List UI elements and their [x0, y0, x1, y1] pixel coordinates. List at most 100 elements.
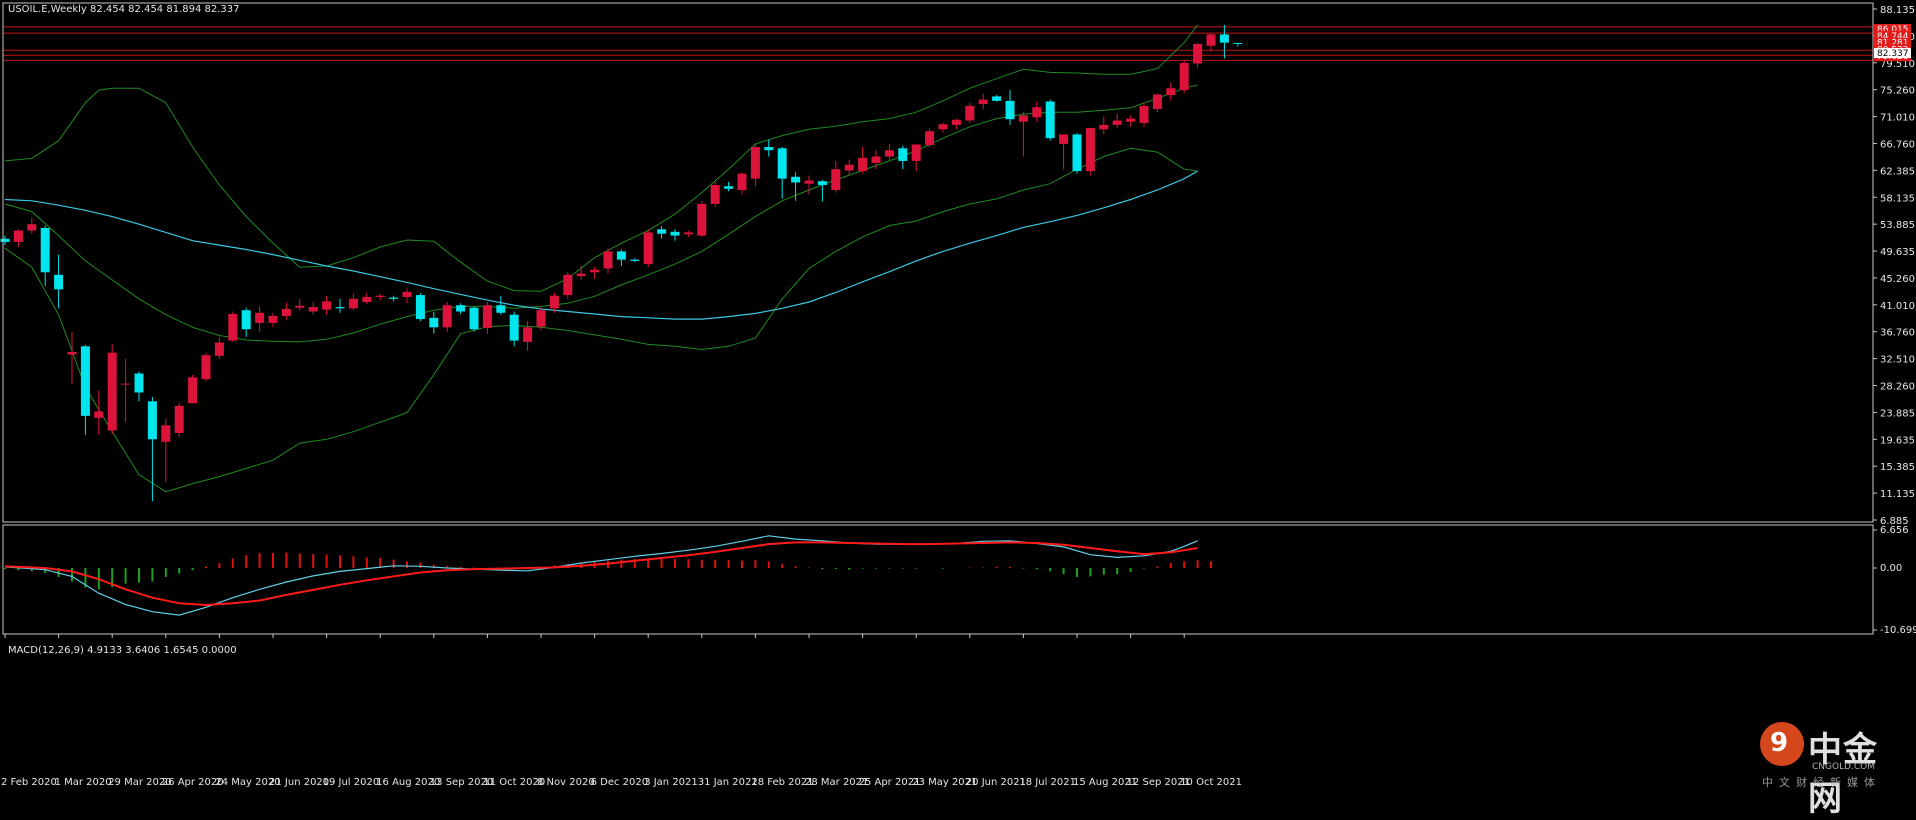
time-tick-label: 18 Jul 2021: [1019, 777, 1076, 788]
price-tick-label: 41.010: [1880, 301, 1915, 312]
candle-bull: [965, 105, 975, 121]
candle-bull: [1099, 124, 1109, 130]
time-tick-label: 10 Oct 2021: [1180, 777, 1242, 788]
time-tick-label: 11 Oct 2020: [483, 777, 545, 788]
candle-bear: [389, 297, 399, 299]
candle-bull: [1179, 62, 1189, 91]
price-tick-label: 71.010: [1880, 113, 1915, 124]
candle-bull: [201, 355, 211, 380]
candle-bull: [576, 273, 586, 277]
candle-bear: [509, 314, 519, 341]
time-tick-label: 3 Jan 2021: [644, 777, 698, 788]
price-tick-label: 32.510: [1880, 355, 1915, 366]
time-tick-label: 2 Feb 2020: [1, 777, 57, 788]
candle-bull: [978, 99, 988, 105]
macd-tick-label: 6.656: [1880, 525, 1909, 536]
candle-bull: [858, 157, 868, 172]
candle-bull: [1193, 43, 1203, 64]
candle-bear: [496, 305, 506, 313]
time-tick-label: 1 Mar 2020: [55, 777, 112, 788]
time-tick-label: 25 Apr 2021: [859, 777, 921, 788]
candle-bear: [630, 259, 640, 261]
time-tick-label: 8 Nov 2020: [537, 777, 595, 788]
candle-bull: [362, 296, 372, 303]
candle-bull: [255, 312, 265, 323]
watermark-logo: 9 中金网 CNGOLD.COM 中文财经新媒体: [1752, 720, 1912, 819]
price-tick-label: 75.260: [1880, 86, 1915, 97]
candle-bear: [80, 346, 90, 416]
macd-tick-label: -10.699: [1880, 625, 1916, 636]
candle-bear: [40, 228, 50, 273]
candle-bull: [1059, 134, 1069, 144]
candle-bull: [737, 173, 747, 191]
candle-bear: [764, 147, 774, 151]
logo-tagline: 中文财经新媒体: [1762, 776, 1881, 789]
candle-bull: [563, 274, 573, 296]
price-tick-label: 23.885: [1880, 408, 1915, 419]
price-tick-label: 88.135: [1880, 5, 1915, 16]
candle-bear: [469, 307, 479, 330]
candle-bear: [134, 373, 144, 393]
candle-bull: [1085, 128, 1095, 172]
candle-bull: [951, 119, 961, 125]
candle-bull: [281, 308, 291, 316]
candle-bull: [871, 156, 881, 163]
candle-bear: [777, 148, 787, 179]
candle-bull: [925, 131, 935, 146]
candle-bull: [697, 203, 707, 236]
candle-bull: [590, 269, 600, 273]
candle-bull: [94, 411, 104, 418]
candle-bull: [27, 224, 37, 231]
candle-bear: [992, 96, 1002, 101]
candle-bull: [308, 307, 318, 312]
candle-bull: [67, 351, 77, 355]
current-price-label: 82.337: [1877, 49, 1909, 59]
candle-bull: [710, 184, 720, 204]
candle-bear: [817, 181, 827, 185]
candle-bear: [0, 238, 10, 242]
candle-bear: [429, 317, 439, 328]
time-tick-label: 26 Apr 2020: [162, 777, 224, 788]
time-tick-label: 6 Dec 2020: [591, 777, 649, 788]
candle-bear: [724, 186, 734, 189]
candle-bull: [1126, 118, 1136, 122]
candle-bear: [898, 148, 908, 161]
candle-bear: [456, 305, 466, 312]
candle-bull: [536, 310, 546, 327]
candle-bull: [523, 327, 533, 342]
candle-bull: [804, 180, 814, 184]
candle-bear: [241, 310, 251, 330]
price-tick-label: 66.760: [1880, 139, 1915, 150]
candle-bull: [1032, 107, 1042, 118]
candle-bull: [643, 232, 653, 265]
candle-bull: [1152, 94, 1162, 110]
price-tick-label: 11.135: [1880, 489, 1915, 500]
candle-bull: [1206, 34, 1216, 46]
candle-bull: [549, 295, 559, 309]
candle-bear: [657, 229, 667, 234]
candle-bear: [670, 231, 680, 236]
time-tick-label: 21 Jun 2020: [269, 777, 329, 788]
logo-glyph: 9: [1770, 728, 1789, 758]
candle-bear: [1219, 34, 1229, 43]
candle-bear: [147, 401, 157, 440]
candle-bear: [415, 295, 425, 320]
price-tick-label: 28.260: [1880, 382, 1915, 393]
candle-bull: [938, 124, 948, 130]
candle-bull: [228, 314, 238, 341]
candle-bull: [831, 169, 841, 191]
candle-bull: [442, 305, 452, 328]
price-tick-label: 49.635: [1880, 247, 1915, 258]
candle-bull: [214, 342, 224, 356]
candle-bear: [54, 274, 64, 290]
candle-bull: [603, 251, 613, 269]
candle-bear: [791, 176, 801, 183]
candle-bull: [375, 295, 385, 297]
price-tick-label: 19.635: [1880, 435, 1915, 446]
candle-bull: [844, 164, 854, 171]
candle-bull: [1018, 115, 1028, 122]
macd-header: MACD(12,26,9) 4.9133 3.6406 1.6545 0.000…: [8, 645, 237, 656]
price-tick-label: 58.135: [1880, 193, 1915, 204]
macd-tick-label: 0.00: [1880, 563, 1902, 574]
time-tick-label: 19 Jul 2020: [323, 777, 380, 788]
